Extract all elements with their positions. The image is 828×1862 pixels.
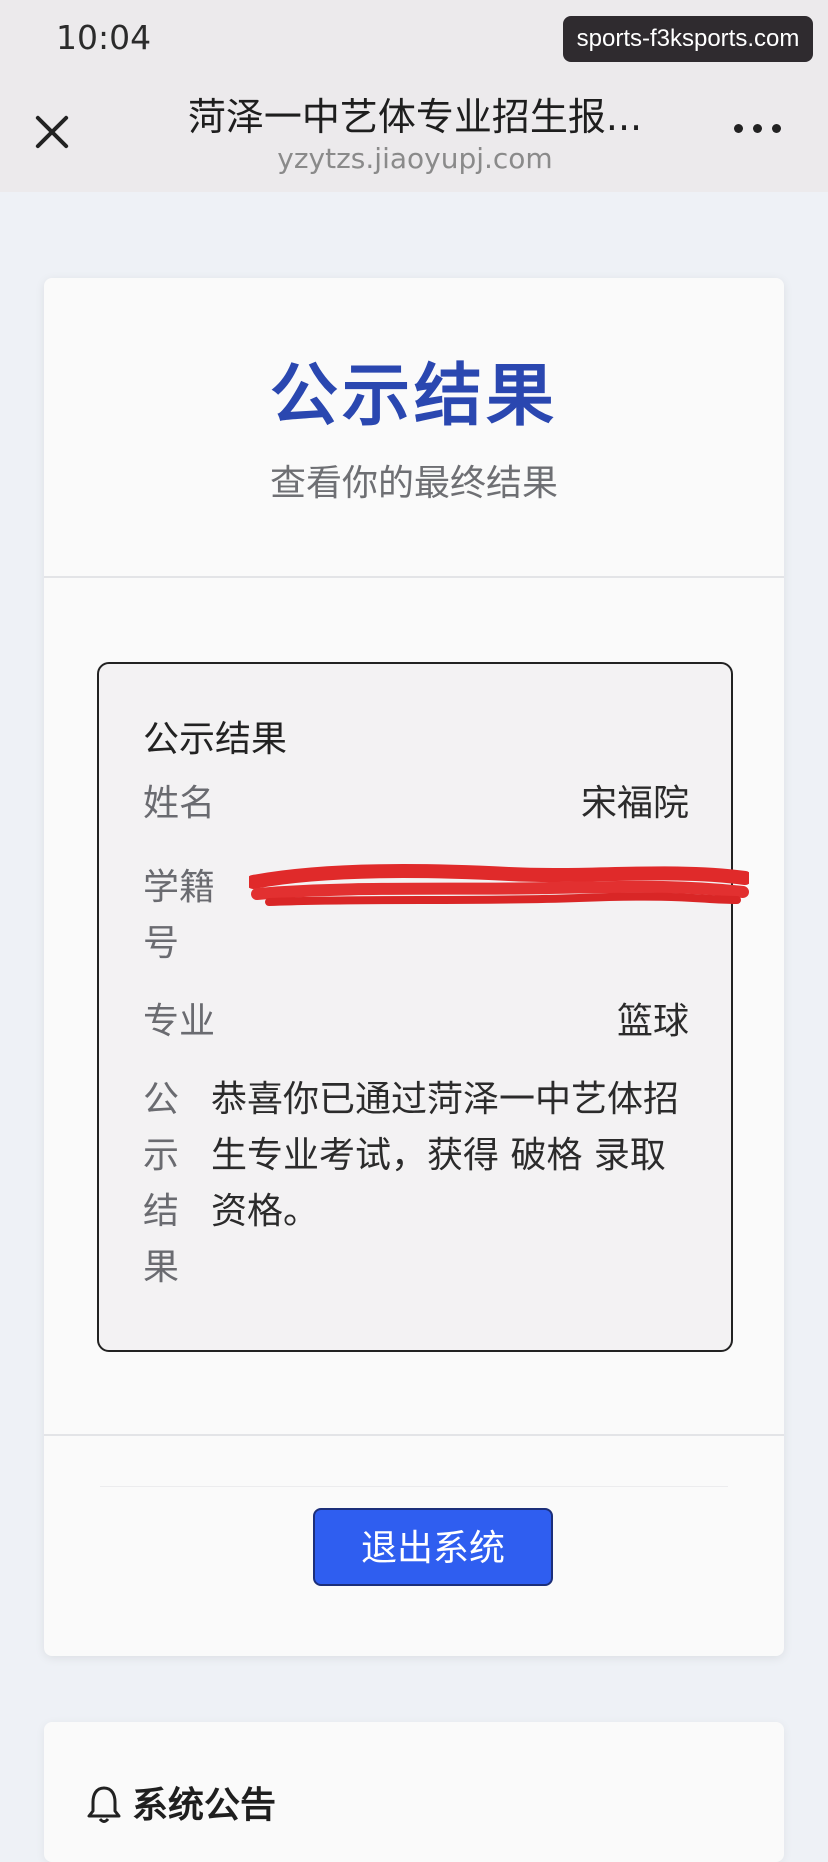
watermark-label: sports-f3ksports.com (563, 16, 813, 62)
redaction-scribble (249, 864, 749, 906)
page-url: yzytzs.jiaoyupj.com (277, 142, 553, 175)
result-text: 恭喜你已通过菏泽一中艺体招生专业考试，获得 破格 录取资格。 (211, 1079, 680, 1232)
bell-icon (87, 1786, 121, 1823)
browser-header: 10:04 sports-f3ksports.com 菏泽一中艺体专业招生报..… (0, 0, 828, 192)
page-title: 菏泽一中艺体专业招生报... (187, 95, 643, 139)
status-time: 10:04 (56, 18, 152, 57)
student-id-label-cont: 号 (143, 923, 180, 964)
result-label-char: 结 (143, 1191, 180, 1232)
divider (100, 1486, 728, 1487)
result-heading: 公示结果 (143, 719, 288, 760)
divider (44, 576, 784, 578)
result-box: 公示结果 姓名 宋福院 学籍 号 专业 篮球 公 示 结 果 恭喜你已通过菏泽一… (97, 662, 749, 1352)
result-label-char: 果 (143, 1247, 180, 1288)
notice-card: 系统公告 (44, 1722, 784, 1862)
result-label-char: 公 (143, 1079, 180, 1120)
name-value: 宋福院 (580, 783, 689, 824)
name-label: 姓名 (143, 783, 216, 824)
card-title: 公示结果 (269, 357, 558, 436)
divider (44, 1434, 784, 1436)
card-subtitle: 查看你的最终结果 (269, 463, 558, 504)
more-menu-icon[interactable] (728, 114, 788, 144)
major-value: 篮球 (616, 1001, 689, 1042)
result-card: 公示结果 查看你的最终结果 公示结果 姓名 宋福院 学籍 号 专业 篮球 公 示… (44, 278, 784, 1656)
result-label-char: 示 (143, 1135, 180, 1176)
exit-system-button[interactable]: 退出系统 (313, 1508, 553, 1586)
major-label: 专业 (143, 1001, 216, 1042)
student-id-label: 学籍 (143, 867, 216, 908)
close-icon[interactable] (26, 106, 78, 158)
notice-title: 系统公告 (132, 1785, 277, 1826)
